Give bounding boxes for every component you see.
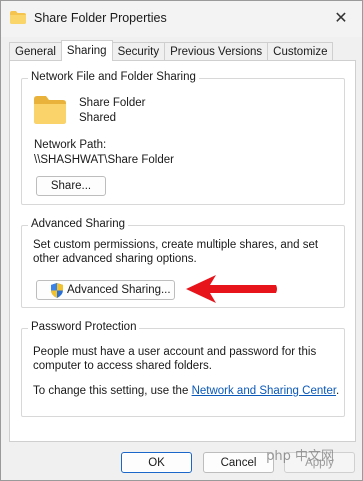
watermark-text: php 中文网 [266, 449, 334, 464]
password-protection-label: Password Protection [28, 321, 140, 333]
network-path-value: \\SHASHWAT\Share Folder [34, 154, 174, 166]
network-sharing-label: Network File and Folder Sharing [28, 71, 199, 83]
advanced-sharing-button[interactable]: Advanced Sharing... [36, 280, 175, 300]
tab-customize[interactable]: Customize [267, 42, 334, 61]
folder-icon [10, 11, 26, 24]
share-status: Shared [79, 112, 117, 124]
advanced-sharing-description: Set custom permissions, create multiple … [33, 239, 319, 265]
close-icon: ✕ [334, 10, 348, 27]
tab-security[interactable]: Security [111, 42, 166, 61]
tab-general[interactable]: General [9, 42, 62, 61]
close-button[interactable]: ✕ [330, 7, 352, 29]
window-title: Share Folder Properties [34, 11, 167, 25]
password-protection-description: People must have a user account and pass… [33, 346, 317, 372]
network-sharing-group: Network File and Folder Sharing Share Fo… [21, 71, 345, 205]
change-setting-suffix: . [336, 385, 340, 397]
cancel-button[interactable]: Cancel [203, 452, 274, 473]
advanced-sharing-group: Advanced Sharing Set custom permissions,… [21, 218, 345, 308]
properties-dialog: Share Folder Properties ✕ General Sharin… [0, 0, 363, 481]
folder-name: Share Folder [79, 97, 146, 109]
title-bar[interactable]: Share Folder Properties ✕ [1, 1, 362, 37]
tab-previous-versions[interactable]: Previous Versions [164, 42, 269, 61]
tab-strip: General Sharing Security Previous Versio… [9, 40, 334, 61]
share-button[interactable]: Share... [36, 176, 106, 196]
advanced-sharing-button-label: Advanced Sharing... [67, 284, 171, 296]
advanced-sharing-label: Advanced Sharing [28, 218, 128, 230]
uac-shield-icon [51, 282, 63, 298]
network-sharing-center-link[interactable]: Network and Sharing Center [192, 385, 336, 397]
change-setting-prefix: To change this setting, use the [33, 385, 189, 397]
shared-folder-icon [34, 96, 66, 124]
network-path-label: Network Path: [34, 139, 107, 151]
sharing-panel: Network File and Folder Sharing Share Fo… [9, 60, 356, 442]
tab-sharing[interactable]: Sharing [60, 40, 113, 61]
ok-button[interactable]: OK [121, 452, 192, 473]
change-setting-line: To change this setting, use the Network … [33, 385, 339, 397]
red-arrow-annotation [186, 275, 277, 303]
password-protection-group: Password Protection People must have a u… [21, 321, 345, 417]
